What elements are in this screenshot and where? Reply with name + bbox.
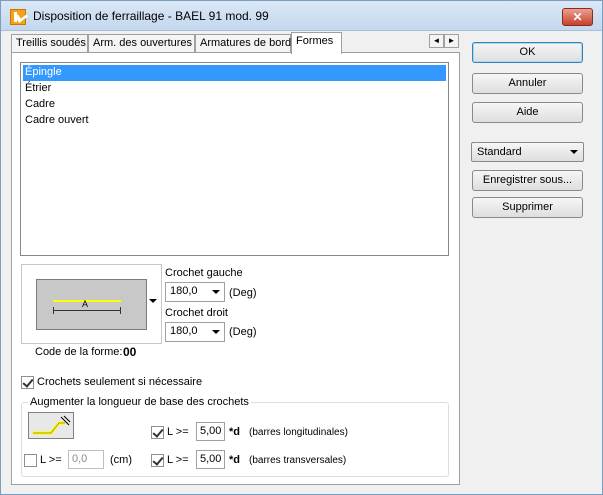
dimension-line <box>53 307 121 314</box>
help-button[interactable]: Aide <box>472 102 583 123</box>
longitudinal-suffix: *d <box>229 426 240 438</box>
tab-treillis-soudes[interactable]: Treillis soudés <box>11 34 88 53</box>
right-hook-unit: (Deg) <box>229 326 257 338</box>
left-hook-unit: (Deg) <box>229 287 257 299</box>
transversal-factor-input[interactable]: 5,00 <box>196 450 225 469</box>
tab-scroll-left-icon[interactable]: ◄ <box>429 34 444 48</box>
shape-preview: A <box>21 264 162 344</box>
save-as-button[interactable]: Enregistrer sous... <box>472 170 583 191</box>
transversal-prefix: L >= <box>167 454 189 466</box>
shape-dropdown-arrow-icon[interactable] <box>149 299 157 303</box>
shape-preview-drawing: A <box>36 279 147 330</box>
transversal-checkbox[interactable] <box>151 454 164 467</box>
right-hook-select[interactable]: 180,0 <box>165 322 225 342</box>
absolute-length-prefix: L >= <box>40 454 62 466</box>
hook-shape-icon <box>28 412 74 439</box>
left-hook-value: 180,0 <box>170 285 198 297</box>
preset-value: Standard <box>477 146 522 158</box>
dimension-label: A <box>82 299 89 309</box>
longitudinal-note: (barres longitudinales) <box>249 427 348 438</box>
list-item-epingle[interactable]: Épingle <box>23 65 446 81</box>
only-if-needed-checkbox[interactable] <box>21 376 34 389</box>
left-hook-label: Crochet gauche <box>165 267 243 279</box>
increase-hook-group-title: Augmenter la longueur de base des croche… <box>28 396 251 408</box>
shapes-list[interactable]: Épingle Étrier Cadre Cadre ouvert <box>20 62 449 256</box>
cancel-button[interactable]: Annuler <box>472 73 583 94</box>
preset-select[interactable]: Standard <box>471 142 584 162</box>
tab-formes[interactable]: Formes <box>291 32 342 54</box>
close-button[interactable]: ✕ <box>562 8 593 26</box>
ok-button[interactable]: OK <box>472 42 583 63</box>
title-bar: Disposition de ferraillage - BAEL 91 mod… <box>1 1 602 31</box>
list-item-cadre-ouvert[interactable]: Cadre ouvert <box>23 113 446 129</box>
left-hook-select[interactable]: 180,0 <box>165 282 225 302</box>
shape-code-value: 00 <box>123 345 137 359</box>
window-title: Disposition de ferraillage - BAEL 91 mod… <box>33 9 269 23</box>
absolute-length-input[interactable]: 0,0 <box>68 450 104 469</box>
longitudinal-factor-input[interactable]: 5,00 <box>196 422 225 441</box>
chevron-down-icon <box>212 290 220 294</box>
transversal-note: (barres transversales) <box>249 455 347 466</box>
tab-scroll-right-icon[interactable]: ► <box>444 34 459 48</box>
longitudinal-prefix: L >= <box>167 426 189 438</box>
chevron-down-icon <box>212 330 220 334</box>
list-item-cadre[interactable]: Cadre <box>23 97 446 113</box>
transversal-suffix: *d <box>229 454 240 466</box>
tab-armatures-de-bord[interactable]: Armatures de bord <box>195 34 291 53</box>
tab-arm-ouvertures[interactable]: Arm. des ouvertures <box>88 34 195 53</box>
right-hook-value: 180,0 <box>170 325 198 337</box>
only-if-needed-label: Crochets seulement si nécessaire <box>37 376 203 388</box>
app-logo-icon <box>10 9 26 25</box>
chevron-down-icon <box>570 150 578 154</box>
delete-button[interactable]: Supprimer <box>472 197 583 218</box>
shape-code-label: Code de la forme: <box>35 346 123 358</box>
right-hook-label: Crochet droit <box>165 307 228 319</box>
absolute-length-unit: (cm) <box>110 454 132 466</box>
longitudinal-checkbox[interactable] <box>151 426 164 439</box>
dialog-window: Disposition de ferraillage - BAEL 91 mod… <box>0 0 603 495</box>
list-item-etrier[interactable]: Étrier <box>23 81 446 97</box>
absolute-length-checkbox[interactable] <box>24 454 37 467</box>
